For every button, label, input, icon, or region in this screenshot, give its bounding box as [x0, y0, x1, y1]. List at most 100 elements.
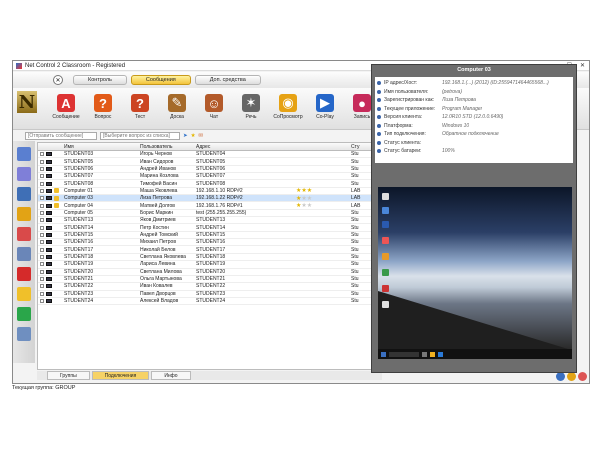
send-icon[interactable]: ➤ — [183, 133, 188, 139]
row-checkbox[interactable] — [40, 291, 44, 296]
info-value: (petrova) — [442, 88, 463, 95]
tab-messages[interactable]: Сообщения — [130, 75, 191, 85]
grid-view-icon[interactable] — [17, 187, 31, 201]
start-icon[interactable] — [381, 351, 386, 357]
desktop-icon-7[interactable] — [382, 285, 389, 292]
table-row[interactable]: STUDENT18 Светлана Яковлева STUDENT18 Stu — [38, 253, 381, 262]
green-flag-icon[interactable] — [17, 307, 31, 321]
monitor-icon — [46, 269, 52, 274]
chat-tool-icon[interactable]: ✉ — [199, 133, 204, 139]
row-checkbox[interactable] — [40, 181, 44, 186]
tab-control[interactable]: Контроль — [73, 75, 127, 85]
cell-user: Иван Ковалев — [140, 283, 173, 290]
row-checkbox[interactable] — [40, 218, 44, 223]
info-row: Имя пользователя: (petrova) — [377, 88, 571, 97]
toolbar-button-coview[interactable]: ◉ СоПросмотр — [271, 94, 305, 120]
row-checkbox[interactable] — [40, 277, 44, 282]
col-name[interactable]: Имя — [62, 144, 140, 150]
desktop-icon-8[interactable] — [382, 301, 389, 308]
row-checkbox[interactable] — [40, 254, 44, 259]
desktop-icon-2[interactable] — [382, 207, 389, 214]
power-icon[interactable] — [578, 372, 587, 381]
red-flag-icon[interactable] — [17, 267, 31, 281]
toolbar-button-test[interactable]: ? Тест — [123, 94, 157, 120]
row-checkbox[interactable] — [40, 284, 44, 289]
row-checkbox[interactable] — [40, 159, 44, 164]
row-checkbox[interactable] — [40, 299, 44, 304]
table-row[interactable]: STUDENT16 Михаил Петров STUDENT16 Stu — [38, 239, 381, 247]
message-icon: A — [57, 94, 75, 112]
question-select[interactable]: [Выберите вопрос из списка] — [100, 132, 180, 140]
table-row[interactable]: STUDENT03 Игорь Чернов STUDENT04 Stu — [38, 151, 381, 159]
col-address[interactable]: Адрес — [196, 144, 296, 150]
back-circle-icon[interactable]: ✕ — [53, 75, 63, 85]
table-row[interactable]: STUDENT22 Иван Ковалев STUDENT22 Stu — [38, 283, 381, 291]
table-row[interactable]: STUDENT07 Марина Козлова STUDENT07 Stu — [38, 173, 381, 181]
monitor-view-icon[interactable] — [17, 147, 31, 161]
tools-icon[interactable] — [17, 247, 31, 261]
row-checkbox[interactable] — [40, 152, 44, 157]
table-row[interactable]: STUDENT06 Андрей Иванов STUDENT06 Stu — [38, 166, 381, 174]
toolbar-button-microphone[interactable]: ✶ Речь — [234, 94, 268, 120]
spelling-icon[interactable] — [17, 227, 31, 241]
tab-groups[interactable]: Группы — [47, 371, 90, 380]
remote-view-icon[interactable] — [556, 372, 565, 381]
star-tool-icon[interactable]: ★ — [191, 133, 196, 139]
col-user[interactable]: Пользователь — [140, 144, 196, 150]
table-row[interactable]: STUDENT19 Лариса Левина STUDENT19 Stu — [38, 261, 381, 269]
row-checkbox[interactable] — [40, 203, 44, 208]
toolbar-button-message[interactable]: A Сообщение — [49, 94, 83, 120]
table-row[interactable]: STUDENT17 Николай Белов STUDENT17 Stu — [38, 246, 381, 254]
row-checkbox[interactable] — [40, 269, 44, 274]
table-row[interactable]: STUDENT24 Алексей Владов STUDENT24 Stu — [38, 298, 381, 306]
row-checkbox[interactable] — [40, 247, 44, 252]
row-checkbox[interactable] — [40, 232, 44, 237]
tab-extra-tools[interactable]: Доп. средства — [194, 75, 261, 85]
desktop-icon-4[interactable] — [382, 237, 389, 244]
row-checkbox[interactable] — [40, 174, 44, 179]
table-row[interactable]: STUDENT15 Андрей Томский STUDENT15 Stu — [38, 232, 381, 240]
chrome-icon[interactable] — [382, 269, 389, 276]
row-checkbox[interactable] — [40, 240, 44, 245]
cell-user: Светлана Яковлева — [140, 253, 186, 260]
table-row[interactable]: STUDENT20 Светлана Милова STUDENT20 Stu — [38, 269, 381, 276]
monitor-icon — [46, 218, 52, 223]
monitor-icon — [46, 240, 52, 245]
remote-search-box[interactable] — [389, 351, 419, 357]
hands-icon[interactable] — [17, 207, 31, 221]
recycle-bin-icon[interactable] — [382, 193, 389, 200]
close-icon[interactable]: ✕ — [580, 62, 585, 69]
row-checkbox[interactable] — [40, 210, 44, 215]
cell-user: Яков Дмитриев — [140, 217, 176, 224]
explorer-icon[interactable] — [430, 351, 435, 357]
table-row[interactable]: STUDENT23 Павел Дворцов STUDENT23 Stu — [38, 291, 381, 298]
tab-info[interactable]: Инфо — [151, 371, 191, 380]
tab-connections[interactable]: Подключения — [91, 371, 150, 380]
hand-status-icon[interactable] — [567, 372, 576, 381]
row-checkbox[interactable] — [40, 196, 44, 201]
desktop-icon-5[interactable] — [382, 253, 389, 260]
table-row[interactable]: STUDENT21 Ольга Мартынова STUDENT21 Stu — [38, 276, 381, 284]
table-row[interactable]: STUDENT13 Яков Дмитриев STUDENT13 Stu — [38, 217, 381, 225]
toolbar-button-chat[interactable]: ☺ Чат — [197, 94, 231, 120]
cell-address: STUDENT22 — [196, 283, 226, 290]
row-checkbox[interactable] — [40, 262, 44, 267]
taskview-icon[interactable] — [422, 351, 427, 357]
table-row[interactable]: Computer 05 Борис Маркин test (255.255.255… — [38, 210, 381, 218]
toolbar-button-question[interactable]: ? Вопрос — [86, 94, 120, 120]
message-select[interactable]: [Отправить сообщение] — [25, 132, 97, 140]
row-checkbox[interactable] — [40, 225, 44, 230]
table-row[interactable]: Computer 04 Матвей Долгов 192.168.1.76 RDP… — [38, 202, 381, 210]
table-row[interactable]: STUDENT05 Иван Сидоров STUDENT05 Stu — [38, 158, 381, 166]
toolbar-button-board[interactable]: ✎ Доска — [160, 94, 194, 120]
thumbnails-icon[interactable] — [17, 167, 31, 181]
mail-icon[interactable] — [17, 327, 31, 341]
edge-icon[interactable] — [438, 351, 443, 357]
remote-screen-thumbnail[interactable] — [378, 187, 572, 359]
row-checkbox[interactable] — [40, 166, 44, 171]
table-row[interactable]: STUDENT14 Петр Костин STUDENT14 Stu — [38, 224, 381, 232]
row-checkbox[interactable] — [40, 188, 44, 193]
toolbar-button-play[interactable]: ▶ Co-Play — [308, 94, 342, 120]
yellow-flag-icon[interactable] — [17, 287, 31, 301]
desktop-icon-3[interactable] — [382, 221, 389, 228]
